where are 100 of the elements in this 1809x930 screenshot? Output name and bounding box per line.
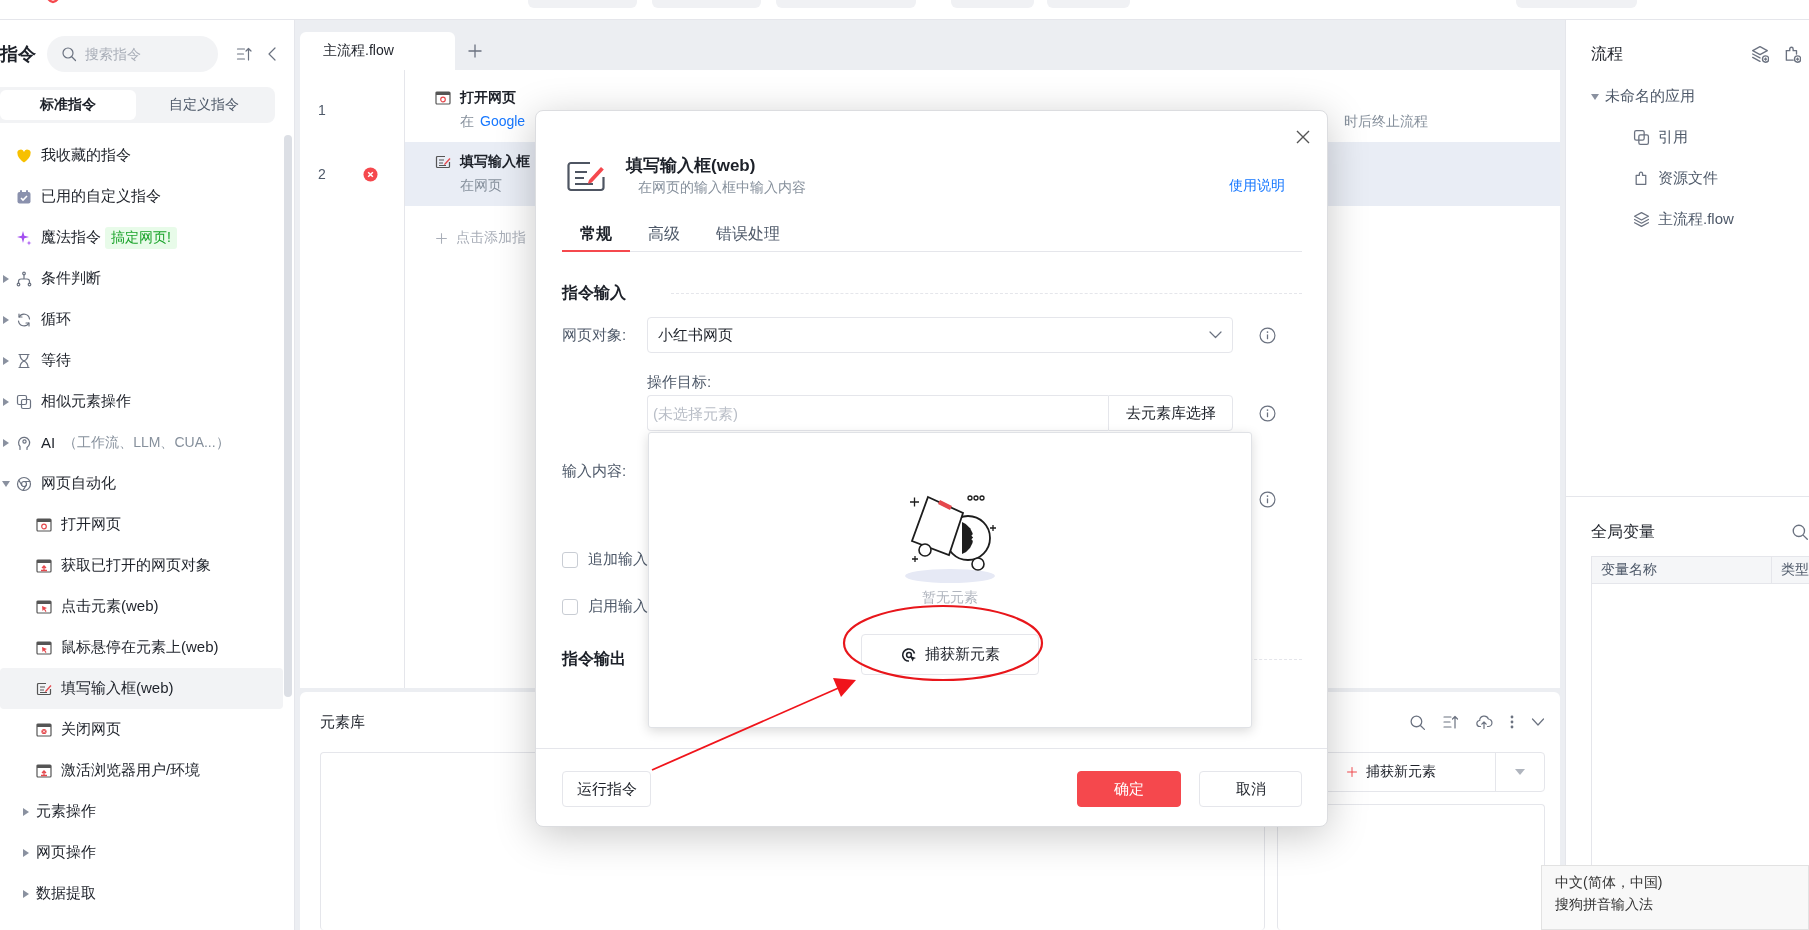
head-icon <box>16 434 32 451</box>
ime-method: 搜狗拼音输入法 <box>1555 896 1654 914</box>
tab[interactable]: 高级 <box>630 219 698 252</box>
checkbox[interactable] <box>562 598 578 615</box>
sort-icon[interactable] <box>1442 714 1459 730</box>
sidebar-item[interactable]: 鼠标悬停在元素上(web) <box>0 627 283 668</box>
panel-title: 元素库 <box>320 712 365 732</box>
checkbox[interactable] <box>562 551 578 568</box>
segment-tab[interactable]: 标准指令 <box>0 90 136 120</box>
plus-icon[interactable] <box>1346 766 1358 778</box>
ime-language: 中文(简体，中国) <box>1555 874 1664 892</box>
step-description: 时后终止流程 <box>1344 113 1428 131</box>
run-button[interactable]: 运行指令 <box>562 771 651 807</box>
tree-item[interactable]: 主流程.flow <box>1591 199 1809 240</box>
panel-title: 全局变量 <box>1591 521 1655 542</box>
browser-upload-icon <box>36 762 52 779</box>
search-icon[interactable] <box>1409 713 1426 731</box>
line-number: 2 <box>318 166 326 182</box>
flow-step[interactable]: 打开网页 在 Google 时后终止流程 <box>405 78 1560 142</box>
sidebar-item[interactable]: 点击元素(web) <box>0 586 283 627</box>
caret-icon[interactable] <box>2 479 10 488</box>
chevron-left-icon[interactable] <box>267 46 277 62</box>
sidebar-item[interactable]: 我收藏的指令 <box>0 135 283 176</box>
close-icon[interactable] <box>1295 129 1311 145</box>
search-icon[interactable] <box>1791 523 1809 541</box>
tree-item[interactable]: 未命名的应用 <box>1591 76 1809 117</box>
sidebar-item[interactable]: 魔法指令 搞定网页! <box>0 217 283 258</box>
scrollbar[interactable] <box>284 135 292 697</box>
caret-icon[interactable] <box>22 889 30 898</box>
panel-title: 流程 <box>1591 43 1623 64</box>
sidebar-group[interactable]: 数据提取 <box>0 873 283 914</box>
layers-add-icon[interactable] <box>1751 45 1769 63</box>
form-pen-icon <box>566 159 606 193</box>
step-title: 填写输入框 <box>460 153 530 171</box>
element-library-button[interactable]: 去元素库选择 <box>1108 395 1233 431</box>
page-object-select[interactable]: 小红书网页 <box>647 317 1233 353</box>
sidebar-item[interactable]: 获取已打开的网页对象 <box>0 545 283 586</box>
loop-icon <box>16 311 32 328</box>
caret-icon[interactable] <box>2 397 10 406</box>
browser-cursor-icon <box>36 639 52 656</box>
sidebar-item[interactable]: 已用的自定义指令 <box>0 176 283 217</box>
dialog-title: 填写输入框(web) <box>626 155 757 177</box>
sidebar-item[interactable]: 关闭网页 <box>0 709 283 750</box>
plus-icon[interactable] <box>435 231 448 245</box>
sidebar-item[interactable]: 填写输入框(web) <box>0 668 283 709</box>
info-icon[interactable] <box>1259 404 1276 422</box>
layers-icon <box>1633 211 1650 228</box>
segment-tab[interactable]: 自定义指令 <box>136 90 272 120</box>
sidebar-group[interactable]: 元素操作 <box>0 791 283 832</box>
target-icon <box>900 646 917 663</box>
sidebar-group[interactable]: 等待 <box>0 340 283 381</box>
help-link[interactable]: 使用说明 <box>1229 177 1285 195</box>
target-field[interactable]: (未选择元素) <box>647 395 1108 431</box>
info-icon[interactable] <box>1259 491 1276 508</box>
copy-icon <box>16 393 32 410</box>
file-tab[interactable]: 主流程.flow <box>300 32 455 70</box>
add-tab-icon[interactable] <box>467 43 483 59</box>
sidebar-group[interactable]: 网页操作 <box>0 832 283 873</box>
search-icon <box>61 46 77 62</box>
cancel-button[interactable]: 取消 <box>1199 771 1302 807</box>
caret-icon[interactable] <box>2 356 10 365</box>
tag: 搞定网页! <box>105 226 177 249</box>
sidebar-item[interactable]: 激活浏览器用户/环境 <box>0 750 283 791</box>
branch-icon <box>16 270 32 287</box>
capture-button[interactable]: 捕获新元素 <box>861 634 1039 675</box>
confirm-button[interactable]: 确定 <box>1077 771 1181 807</box>
section-title: 指令输入 <box>562 282 626 303</box>
sidebar-item[interactable]: 打开网页 <box>0 504 283 545</box>
caret-icon[interactable] <box>2 274 10 283</box>
caret-icon[interactable] <box>2 438 10 447</box>
sidebar-group[interactable]: 相似元素操作 <box>0 381 283 422</box>
caret-icon[interactable] <box>22 807 30 816</box>
caret-icon[interactable] <box>2 315 10 324</box>
search-field[interactable]: 搜索指令 <box>47 36 218 72</box>
field-label: 操作目标: <box>647 373 713 392</box>
step-description: 在 <box>460 113 474 131</box>
step-title: 打开网页 <box>460 89 516 107</box>
info-icon[interactable] <box>1259 326 1276 344</box>
empty-text: 暂无元素 <box>922 588 978 607</box>
plugin-add-icon[interactable] <box>1783 45 1801 63</box>
sidebar-group[interactable]: 条件判断 <box>0 258 283 299</box>
caret-icon[interactable] <box>22 848 30 857</box>
tree-item[interactable]: 资源文件 <box>1591 158 1809 199</box>
heart-icon <box>16 147 32 164</box>
hourglass-icon <box>16 352 32 369</box>
tree-item[interactable]: 引用 <box>1591 117 1809 158</box>
sidebar-group[interactable]: 循环 <box>0 299 283 340</box>
sidebar-group[interactable]: AI （工作流、LLM、CUA...） <box>0 422 283 463</box>
caret-down-icon[interactable] <box>1515 769 1525 775</box>
tab[interactable]: 常规 <box>562 219 630 252</box>
sidebar-group[interactable]: 网页自动化 <box>0 463 283 504</box>
globe-icon <box>16 475 32 492</box>
sort-icon[interactable] <box>235 46 253 62</box>
cloud-upload-icon[interactable] <box>1475 714 1493 730</box>
checkbox-label: 追加输入 <box>588 550 648 569</box>
more-icon[interactable] <box>1509 714 1515 730</box>
tab[interactable]: 错误处理 <box>698 219 798 252</box>
chevron-down-icon[interactable] <box>1531 717 1545 727</box>
caret-icon[interactable] <box>1591 92 1599 101</box>
link[interactable]: Google <box>480 113 526 131</box>
